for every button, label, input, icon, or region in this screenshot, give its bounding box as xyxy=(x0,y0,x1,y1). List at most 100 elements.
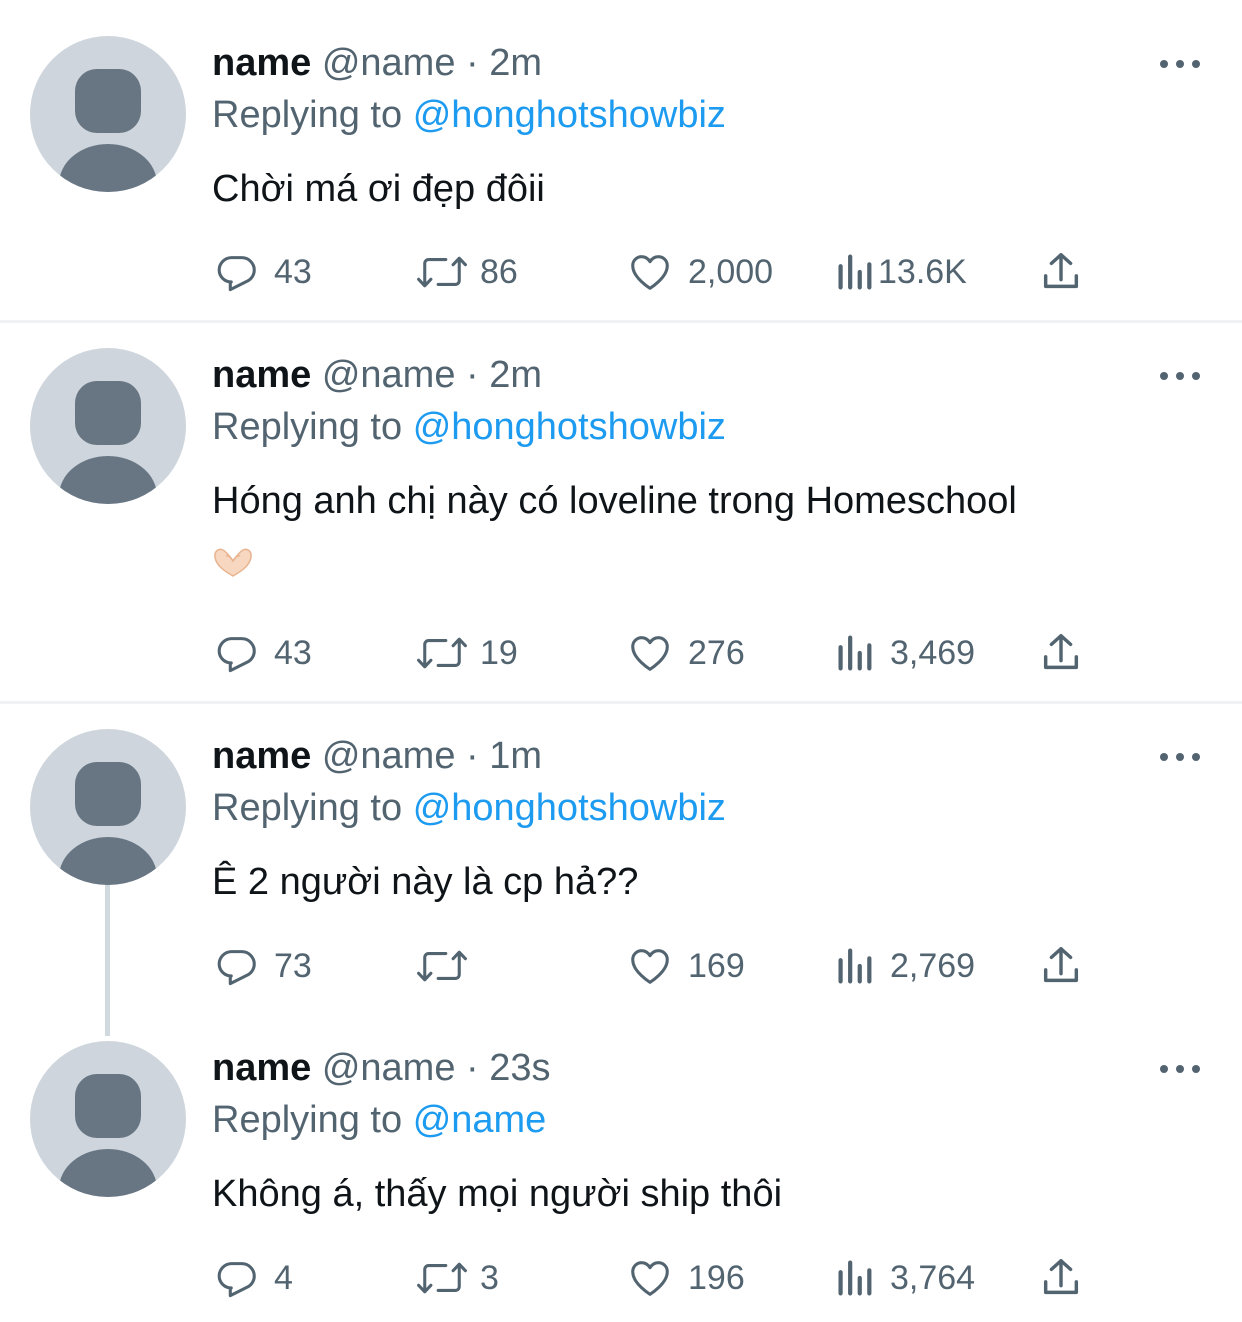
tweet-text: Ê 2 người này là cp hả?? xyxy=(212,851,638,913)
like-button[interactable]: 2,000 xyxy=(626,247,773,297)
share-button[interactable] xyxy=(1038,247,1084,297)
views-icon xyxy=(838,635,872,671)
separator: · xyxy=(466,354,479,396)
heart-hands-emoji xyxy=(212,532,1017,594)
replying-to: Replying to @honghotshowbiz xyxy=(212,92,726,138)
share-button[interactable] xyxy=(1038,941,1084,991)
reply-count: 43 xyxy=(274,633,312,672)
reply-button[interactable]: 73 xyxy=(214,941,312,991)
views-button[interactable]: 13.6K xyxy=(834,247,967,297)
views-count: 2,769 xyxy=(890,946,976,985)
share-icon xyxy=(1043,947,1079,983)
reply-count: 43 xyxy=(274,252,312,291)
default-avatar-icon[interactable] xyxy=(30,729,186,885)
tweet-text: Không á, thấy mọi người ship thôi xyxy=(212,1163,782,1225)
user-handle[interactable]: @name xyxy=(322,735,456,777)
heart-icon xyxy=(631,949,669,984)
share-button[interactable] xyxy=(1038,628,1084,678)
retweet-button[interactable]: 86 xyxy=(414,247,518,297)
reply-button[interactable]: 43 xyxy=(214,628,312,678)
retweet-icon xyxy=(417,256,467,288)
tweet-text-line: Chời má ơi đẹp đôii xyxy=(212,168,545,210)
tweet-text: Hóng anh chị này có loveline trong Homes… xyxy=(212,470,1017,594)
share-icon xyxy=(1043,253,1079,289)
reply-button[interactable]: 43 xyxy=(214,247,312,297)
tweet-text-line: Hóng anh chị này có loveline trong Homes… xyxy=(212,480,1017,522)
display-name[interactable]: name xyxy=(212,735,311,777)
replying-to: Replying to @honghotshowbiz xyxy=(212,404,726,450)
tweet-header: name @name · 2m xyxy=(212,352,542,398)
timestamp[interactable]: 2m xyxy=(489,42,542,84)
heart-icon xyxy=(631,636,669,671)
heart-icon xyxy=(631,255,669,290)
views-count: 3,469 xyxy=(890,633,976,672)
reply-icon xyxy=(217,950,256,986)
like-count: 169 xyxy=(688,946,745,985)
like-button[interactable]: 169 xyxy=(626,941,745,991)
views-count: 3,764 xyxy=(890,1258,976,1297)
reply-icon xyxy=(217,256,256,292)
retweet-count: 19 xyxy=(480,633,518,672)
tweet[interactable]: name @name · 23s Replying to @name Không… xyxy=(0,1005,1242,1322)
like-button[interactable]: 276 xyxy=(626,628,745,678)
timestamp[interactable]: 2m xyxy=(489,354,542,396)
timestamp[interactable]: 23s xyxy=(489,1047,550,1089)
like-count: 276 xyxy=(688,633,745,672)
views-icon xyxy=(838,254,872,290)
tweet-text-line: Không á, thấy mọi người ship thôi xyxy=(212,1173,783,1215)
retweet-count: 86 xyxy=(480,252,518,291)
display-name[interactable]: name xyxy=(212,42,311,84)
retweet-icon xyxy=(417,637,467,669)
retweet-button[interactable]: 19 xyxy=(414,628,518,678)
tweet-header: name @name · 2m xyxy=(212,40,542,86)
separator: · xyxy=(466,735,479,777)
more-icon[interactable] xyxy=(1160,370,1200,382)
replying-to-link[interactable]: @honghotshowbiz xyxy=(413,94,726,136)
like-count: 2,000 xyxy=(688,252,774,291)
replying-prefix: Replying to xyxy=(212,406,403,448)
tweet[interactable]: name @name · 2m Replying to @honghotshow… xyxy=(0,0,1242,320)
reply-icon xyxy=(217,1262,256,1298)
views-icon xyxy=(838,1260,872,1296)
retweet-icon xyxy=(417,1262,467,1294)
replying-to-link[interactable]: @name xyxy=(413,1099,547,1141)
views-button[interactable]: 3,764 xyxy=(834,1253,975,1303)
more-icon[interactable] xyxy=(1160,58,1200,70)
tweet[interactable]: name @name · 1m Replying to @honghotshow… xyxy=(0,693,1242,1005)
reply-count: 73 xyxy=(274,946,312,985)
display-name[interactable]: name xyxy=(212,1047,311,1089)
replying-to-link[interactable]: @honghotshowbiz xyxy=(413,406,726,448)
timeline-feed: name @name · 2m Replying to @honghotshow… xyxy=(0,0,1242,1322)
display-name[interactable]: name xyxy=(212,354,311,396)
share-button[interactable] xyxy=(1038,1253,1084,1303)
views-button[interactable]: 3,469 xyxy=(834,628,975,678)
reply-button[interactable]: 4 xyxy=(214,1253,293,1303)
more-icon[interactable] xyxy=(1160,751,1200,763)
replying-to-link[interactable]: @honghotshowbiz xyxy=(413,787,726,829)
retweet-button[interactable]: 3 xyxy=(414,1253,499,1303)
share-icon xyxy=(1043,634,1079,670)
replying-prefix: Replying to xyxy=(212,787,403,829)
user-handle[interactable]: @name xyxy=(322,354,456,396)
replying-prefix: Replying to xyxy=(212,94,403,136)
default-avatar-icon[interactable] xyxy=(30,348,186,504)
default-avatar-icon[interactable] xyxy=(30,1041,186,1197)
replying-prefix: Replying to xyxy=(212,1099,403,1141)
tweet-text: Chời má ơi đẹp đôii xyxy=(212,158,545,220)
like-button[interactable]: 196 xyxy=(626,1253,745,1303)
tweet[interactable]: name @name · 2m Replying to @honghotshow… xyxy=(0,312,1242,702)
more-icon[interactable] xyxy=(1160,1063,1200,1075)
replying-to: Replying to @name xyxy=(212,1097,546,1143)
like-count: 196 xyxy=(688,1258,745,1297)
views-button[interactable]: 2,769 xyxy=(834,941,975,991)
tweet-header: name @name · 23s xyxy=(212,1045,551,1091)
retweet-count: 3 xyxy=(480,1258,499,1297)
timestamp[interactable]: 1m xyxy=(489,735,542,777)
separator: · xyxy=(466,1047,479,1089)
heart-icon xyxy=(631,1261,669,1296)
user-handle[interactable]: @name xyxy=(322,1047,456,1089)
user-handle[interactable]: @name xyxy=(322,42,456,84)
share-icon xyxy=(1043,1259,1079,1295)
retweet-button[interactable] xyxy=(414,941,480,991)
default-avatar-icon[interactable] xyxy=(30,36,186,192)
